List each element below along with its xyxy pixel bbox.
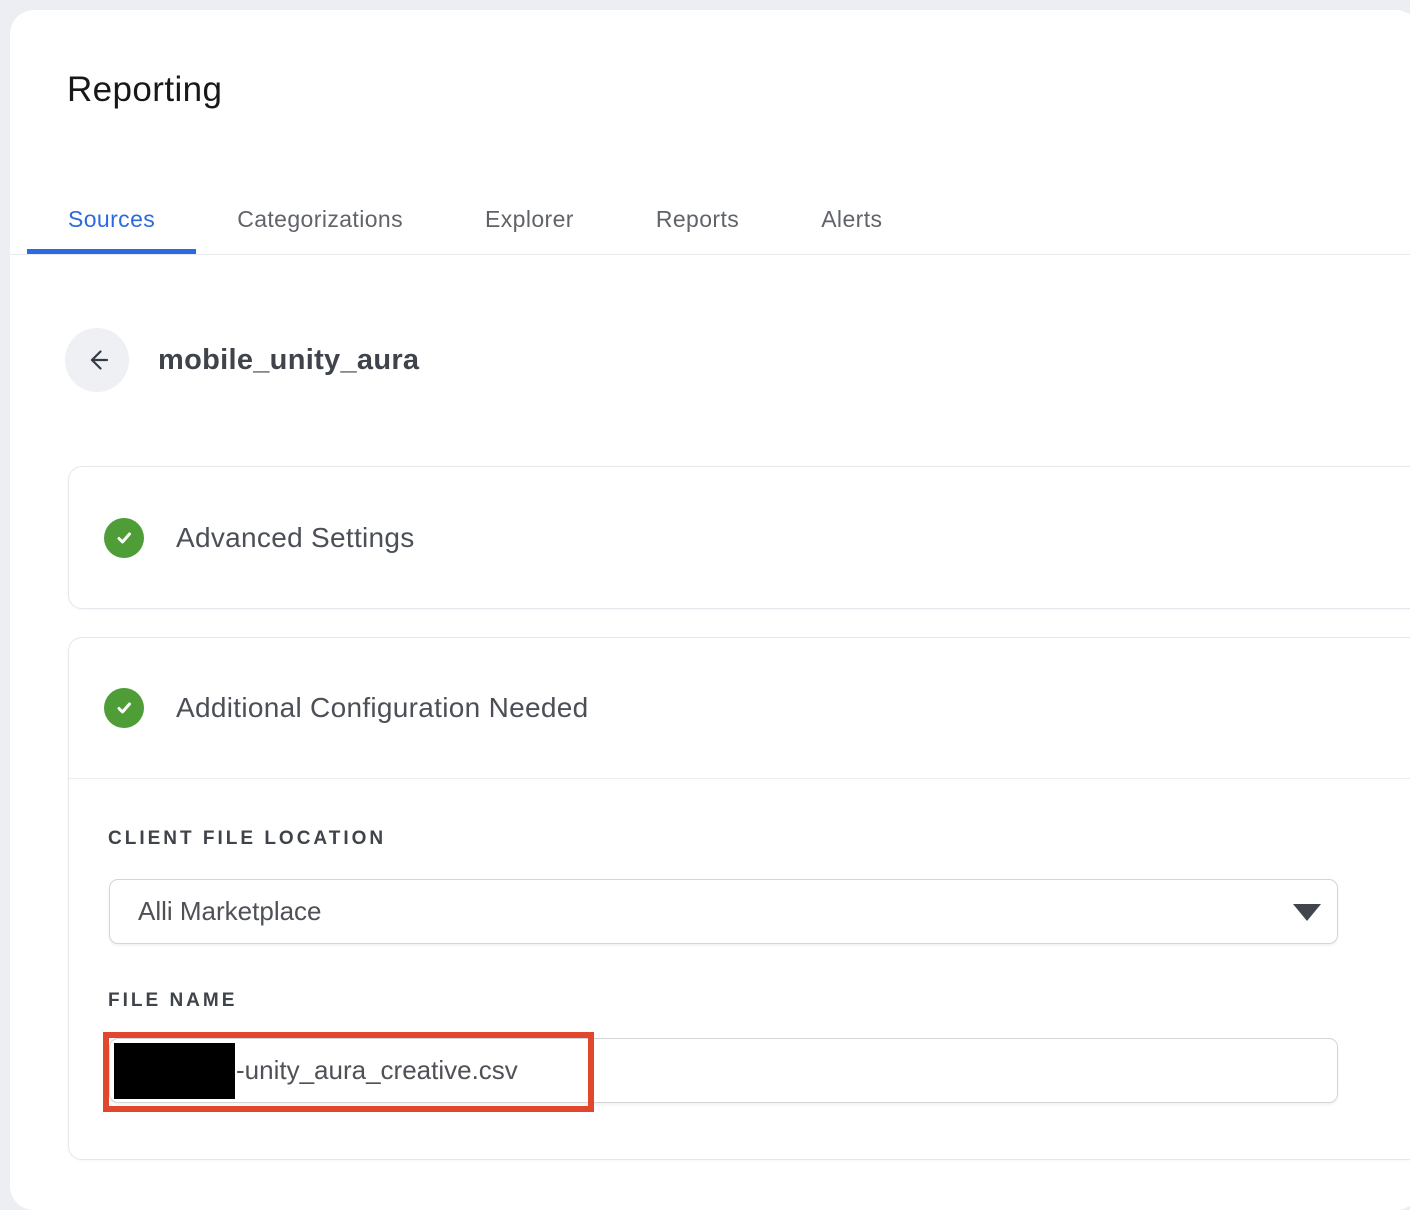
advanced-settings-header[interactable]: Advanced Settings: [69, 467, 1410, 608]
chevron-down-icon: [1293, 904, 1321, 921]
section-title: Additional Configuration Needed: [176, 692, 588, 724]
tab-sources[interactable]: Sources: [27, 185, 196, 254]
file-name-value: -unity_aura_creative.csv: [236, 1055, 518, 1086]
client-file-location-label: CLIENT FILE LOCATION: [108, 828, 386, 850]
advanced-settings-card: Advanced Settings: [68, 466, 1410, 609]
additional-configuration-card: Additional Configuration Needed CLIENT F…: [68, 637, 1410, 1160]
tab-bar: Sources Categorizations Explorer Reports…: [10, 185, 1410, 255]
file-name-input[interactable]: -unity_aura_creative.csv: [109, 1038, 1338, 1103]
tab-alerts[interactable]: Alerts: [780, 185, 923, 254]
client-file-location-value: Alli Marketplace: [138, 896, 322, 927]
tab-categorizations[interactable]: Categorizations: [196, 185, 444, 254]
arrow-left-icon: [82, 345, 112, 375]
client-file-location-select[interactable]: Alli Marketplace: [109, 879, 1338, 944]
redaction-box: [114, 1043, 235, 1099]
source-name-title: mobile_unity_aura: [158, 328, 419, 392]
tab-explorer[interactable]: Explorer: [444, 185, 615, 254]
section-title: Advanced Settings: [176, 522, 415, 554]
tab-reports[interactable]: Reports: [615, 185, 780, 254]
additional-configuration-header[interactable]: Additional Configuration Needed: [69, 638, 1410, 779]
check-circle-icon: [104, 688, 144, 728]
page-title: Reporting: [67, 70, 222, 110]
back-button[interactable]: [65, 328, 129, 392]
reporting-page: Reporting Sources Categorizations Explor…: [10, 10, 1410, 1210]
file-name-label: FILE NAME: [108, 990, 237, 1012]
check-circle-icon: [104, 518, 144, 558]
